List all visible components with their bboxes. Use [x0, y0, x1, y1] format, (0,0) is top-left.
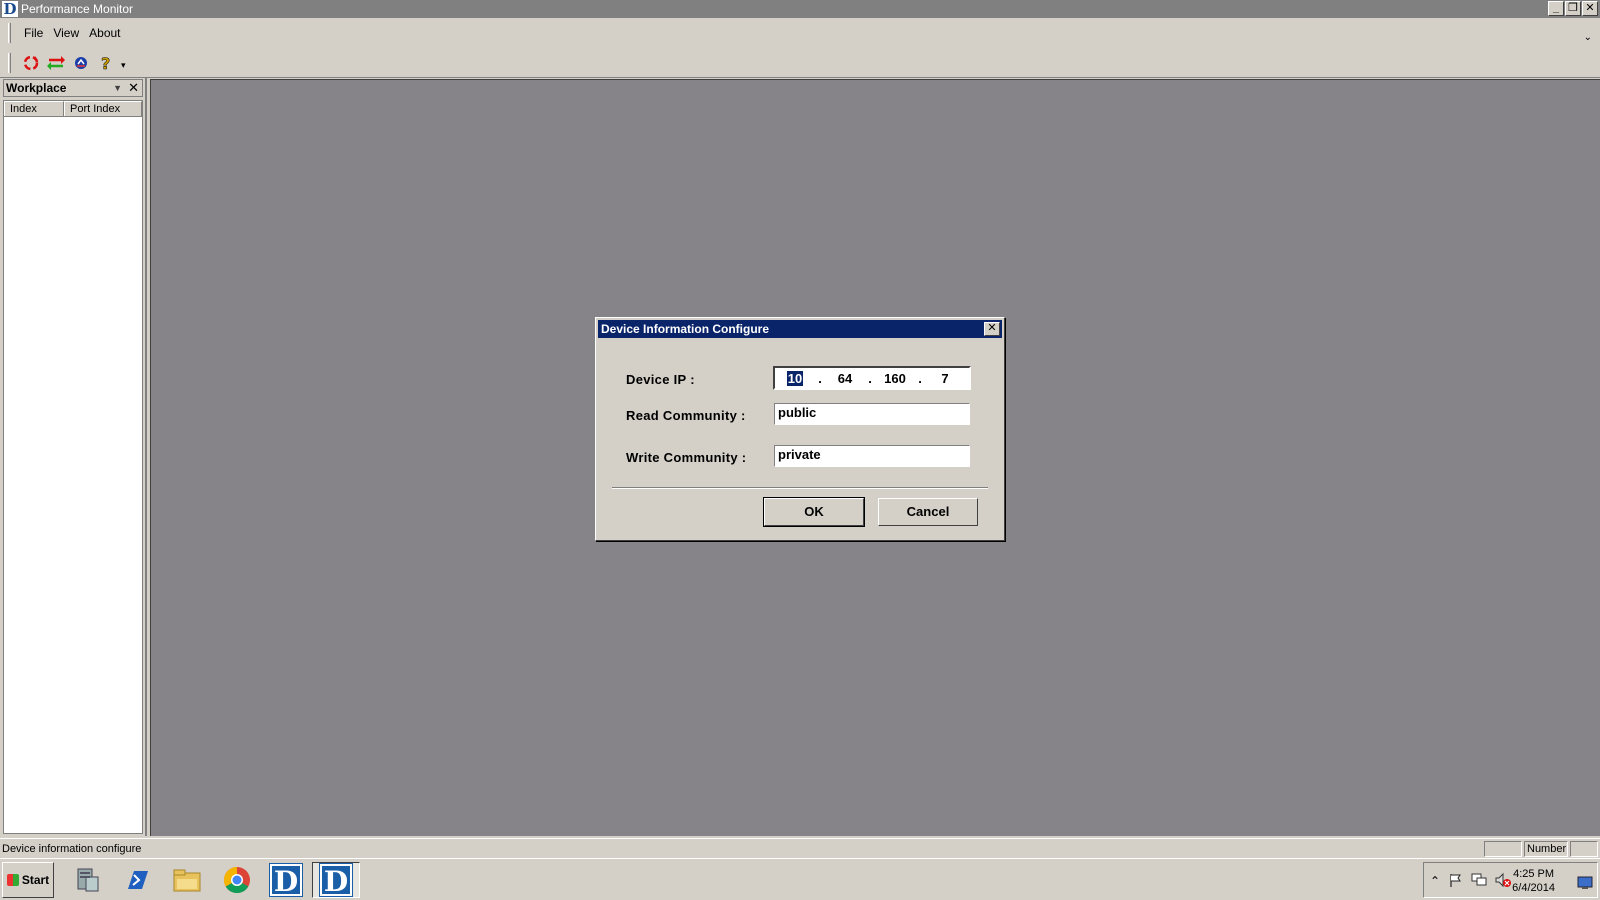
dlink-app-icon[interactable]: D: [264, 862, 308, 898]
ok-button[interactable]: OK: [763, 497, 865, 527]
workplace-close-icon[interactable]: ✕: [128, 80, 139, 96]
menu-bar: File View About ⌄: [0, 18, 1600, 48]
write-community-input[interactable]: private: [774, 445, 970, 467]
volume-muted-icon[interactable]: [1494, 872, 1512, 888]
ip-separator: .: [918, 370, 922, 386]
window-controls: _ ❐ ✕: [1548, 1, 1598, 16]
restore-button[interactable]: ❐: [1565, 1, 1581, 16]
windows-flag-icon: [6, 874, 19, 886]
server-manager-icon[interactable]: [68, 862, 106, 898]
toolbar-grip[interactable]: [8, 52, 11, 73]
close-button[interactable]: ✕: [1582, 1, 1598, 16]
clock-time: 4:25 PM: [1513, 868, 1555, 880]
menubar-overflow-icon[interactable]: ⌄: [1584, 32, 1592, 43]
menubar-grip[interactable]: [8, 23, 11, 43]
minimize-button[interactable]: _: [1548, 1, 1564, 16]
status-pane-number: Number: [1524, 841, 1568, 857]
action-center-flag-icon[interactable]: [1448, 872, 1464, 888]
ip-octet-2[interactable]: 64: [825, 371, 865, 386]
start-label: Start: [21, 873, 50, 887]
window-title: Performance Monitor: [21, 2, 134, 16]
dlink-logo: D: [319, 863, 353, 898]
file-explorer-icon[interactable]: [168, 862, 206, 898]
connect-icon[interactable]: [69, 52, 93, 74]
device-info-dialog: Device Information Configure ✕ Device IP…: [595, 317, 1005, 541]
status-pane-empty: [1484, 841, 1522, 857]
read-community-label: Read Community :: [626, 408, 746, 423]
clock-date: 6/4/2014: [1512, 882, 1555, 894]
taskbar: Start D D ⌃ 4:25 PM 6/4/2014: [0, 858, 1600, 900]
workplace-column-headers: Index Port Index: [4, 101, 142, 117]
toolbar-overflow-icon[interactable]: ▾: [121, 60, 126, 71]
show-hidden-icons-icon[interactable]: ⌃: [1430, 874, 1440, 888]
start-button[interactable]: Start: [2, 862, 54, 898]
column-header-port-index[interactable]: Port Index: [64, 101, 142, 116]
workplace-dropdown-icon[interactable]: ▼: [113, 83, 122, 93]
dlink-performance-monitor-icon[interactable]: D: [312, 862, 360, 898]
ip-octet-1[interactable]: 10: [775, 370, 815, 386]
dialog-close-button[interactable]: ✕: [984, 322, 1000, 336]
dlink-logo: D: [269, 863, 303, 898]
status-bar: Device information configure Number: [0, 838, 1600, 858]
status-pane-extra: [1570, 841, 1598, 857]
workplace-list[interactable]: Index Port Index: [3, 100, 143, 834]
chrome-icon[interactable]: [218, 862, 256, 898]
ip-octet-1-value: 10: [786, 370, 804, 386]
dialog-title-bar: Device Information Configure ✕: [598, 320, 1002, 338]
ip-octet-3[interactable]: 160: [875, 371, 915, 386]
device-ip-input[interactable]: 10 . 64 . 160 . 7: [773, 366, 971, 390]
write-community-label: Write Community :: [626, 450, 747, 465]
ip-octet-4[interactable]: 7: [925, 371, 965, 386]
dialog-separator: [612, 487, 988, 489]
ip-separator: .: [818, 370, 822, 386]
ip-separator: .: [868, 370, 872, 386]
read-community-input[interactable]: public: [774, 403, 970, 425]
menu-about[interactable]: About: [84, 26, 125, 40]
network-icon[interactable]: [1470, 872, 1488, 888]
column-header-index[interactable]: Index: [4, 101, 64, 116]
cancel-button[interactable]: Cancel: [878, 498, 978, 526]
workplace-title: Workplace: [6, 81, 67, 95]
window-title-bar: D Performance Monitor _ ❐ ✕: [0, 0, 1600, 18]
workplace-header: Workplace ▼ ✕: [3, 79, 143, 97]
toolbar: ? ▾: [0, 48, 1600, 78]
menu-file[interactable]: File: [19, 26, 48, 40]
status-text: Device information configure: [2, 842, 142, 855]
show-desktop-icon[interactable]: [1577, 876, 1593, 890]
transfer-icon[interactable]: [44, 52, 68, 74]
dialog-title: Device Information Configure: [601, 322, 770, 336]
app-logo-icon: D: [2, 0, 18, 18]
system-tray: ⌃ 4:25 PM 6/4/2014: [1423, 862, 1598, 898]
refresh-icon[interactable]: [19, 52, 43, 74]
clock[interactable]: 4:25 PM 6/4/2014: [1512, 867, 1555, 895]
device-ip-label: Device IP :: [626, 372, 695, 387]
menu-view[interactable]: View: [48, 26, 84, 40]
powershell-icon[interactable]: [118, 862, 156, 898]
workplace-panel: Workplace ▼ ✕ Index Port Index: [1, 78, 147, 836]
help-icon[interactable]: ?: [94, 52, 118, 74]
svg-text:?: ?: [101, 54, 110, 72]
